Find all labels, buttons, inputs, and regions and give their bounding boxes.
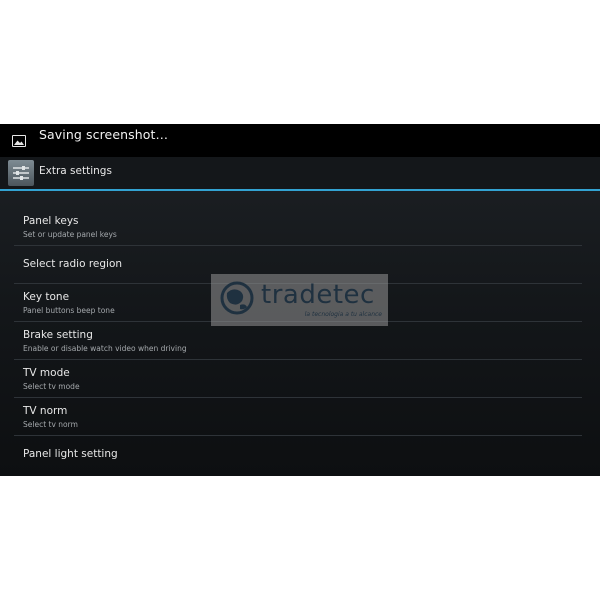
setting-summary: Enable or disable watch video when drivi… [23, 344, 187, 353]
setting-title: TV norm [23, 405, 68, 417]
setting-item-tv-mode[interactable]: TV mode Select tv mode [14, 360, 582, 398]
setting-title: Panel light setting [23, 448, 118, 460]
android-screen: Saving screenshot… Extra settings Panel … [0, 124, 600, 476]
setting-title: TV mode [23, 367, 70, 379]
settings-list: Panel keys Set or update panel keys Sele… [14, 208, 582, 473]
setting-summary: Panel buttons beep tone [23, 306, 115, 315]
setting-item-panel-light[interactable]: Panel light setting [14, 436, 582, 473]
setting-title: Select radio region [23, 258, 123, 270]
setting-summary: Set or update panel keys [23, 230, 117, 239]
setting-summary: Select tv norm [23, 420, 78, 429]
image-icon [12, 135, 26, 147]
setting-title: Key tone [23, 291, 70, 303]
setting-item-brake-setting[interactable]: Brake setting Enable or disable watch vi… [14, 322, 582, 360]
status-bar[interactable]: Saving screenshot… [0, 124, 600, 157]
sliders-settings-icon[interactable] [8, 160, 34, 186]
setting-title: Brake setting [23, 329, 93, 341]
globe-icon [220, 281, 254, 315]
action-bar: Extra settings [0, 157, 600, 191]
setting-title: Panel keys [23, 215, 79, 227]
watermark: tradetec la tecnologia a tu alcance [211, 274, 388, 326]
setting-summary: Select tv mode [23, 382, 80, 391]
setting-item-panel-keys[interactable]: Panel keys Set or update panel keys [14, 208, 582, 246]
notification-text: Saving screenshot… [39, 127, 169, 142]
watermark-brand: tradetec [261, 280, 375, 310]
watermark-tagline: la tecnologia a tu alcance [304, 311, 382, 318]
setting-item-tv-norm[interactable]: TV norm Select tv norm [14, 398, 582, 436]
page-title: Extra settings [39, 165, 112, 177]
